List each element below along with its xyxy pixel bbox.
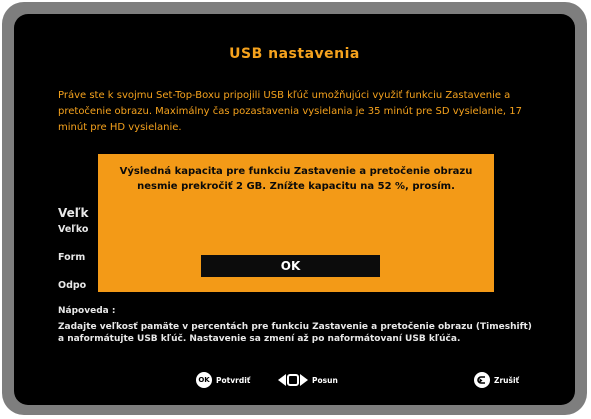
footer-hints: OK Potvrdiť Posun Zrušiť [14, 370, 575, 390]
page-title: USB nastavenia [229, 46, 360, 62]
move-label: Posun [312, 375, 338, 385]
section-heading: Veľk [58, 206, 89, 220]
nav-arrows-icon [278, 374, 308, 386]
confirm-label: Potvrdiť [216, 375, 251, 385]
tv-frame: USB nastavenia Práve ste k svojmu Set-To… [2, 2, 587, 415]
ok-button[interactable]: OK [201, 255, 380, 277]
field-response-label[interactable]: Odpo [58, 280, 86, 291]
confirm-hint: OK Potvrdiť [196, 370, 250, 390]
tv-screen: USB nastavenia Práve ste k svojmu Set-To… [14, 14, 575, 405]
back-icon [474, 372, 490, 388]
ok-button-icon: OK [196, 372, 212, 388]
capacity-warning-dialog: Výsledná kapacita pre funkciu Zastavenie… [98, 154, 494, 292]
cancel-hint: Zrušiť [474, 370, 519, 390]
field-size-label[interactable]: Veľko [58, 224, 88, 235]
move-hint: Posun [278, 370, 338, 390]
intro-text: Práve ste k svojmu Set-Top-Boxu pripojil… [58, 90, 522, 133]
cancel-label: Zrušiť [494, 375, 520, 385]
help-label: Nápoveda : [58, 306, 116, 316]
field-format-label[interactable]: Form [58, 252, 85, 263]
dialog-message: Výsledná kapacita pre funkciu Zastavenie… [119, 166, 473, 192]
help-text: Zadajte veľkosť pamäte v percentách pre … [58, 322, 532, 344]
